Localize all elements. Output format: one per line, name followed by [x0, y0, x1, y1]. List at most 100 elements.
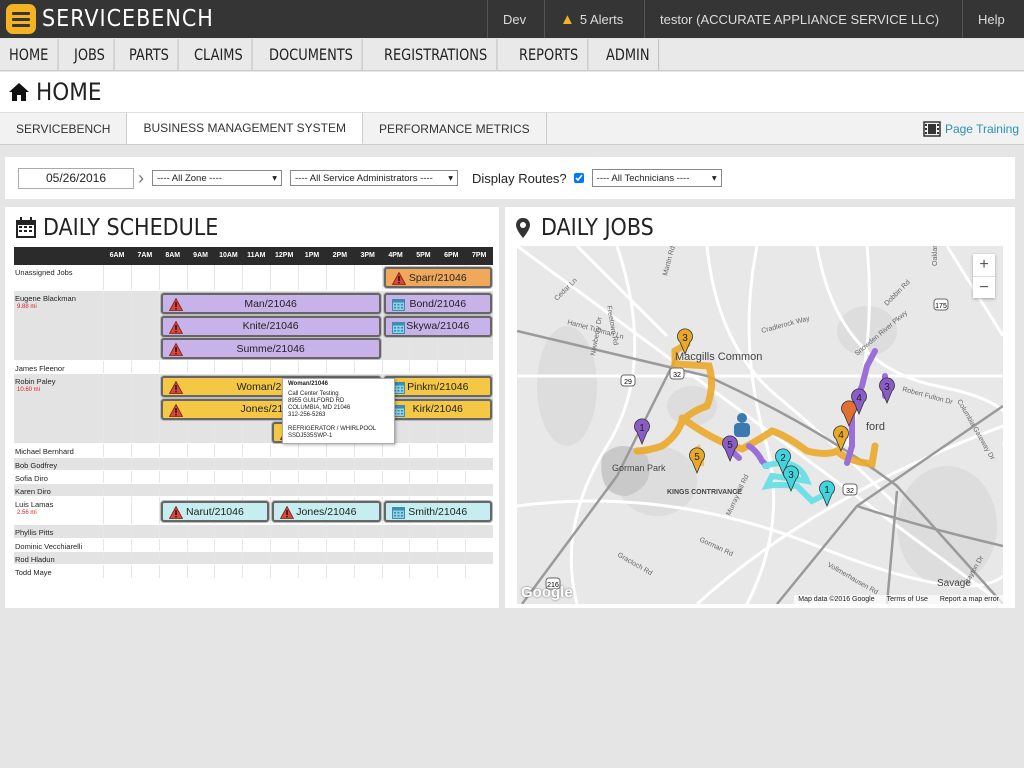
user-menu[interactable]: testor (ACCURATE APPLIANCE SERVICE LLC): [644, 0, 962, 38]
schedule-cell[interactable]: [103, 470, 131, 484]
schedule-cell[interactable]: [353, 444, 382, 457]
nav-home[interactable]: HOME: [0, 39, 59, 70]
schedule-cell[interactable]: [437, 457, 465, 470]
schedule-cell[interactable]: [214, 265, 242, 290]
schedule-cell[interactable]: [381, 457, 410, 470]
schedule-cell[interactable]: [381, 361, 410, 374]
nav-jobs[interactable]: JOBS: [65, 39, 115, 70]
schedule-cell[interactable]: [298, 470, 326, 484]
schedule-cell[interactable]: [242, 457, 270, 470]
schedule-cell[interactable]: [158, 552, 187, 565]
schedule-cell[interactable]: [381, 470, 410, 484]
nav-registrations[interactable]: REGISTRATIONS: [375, 39, 497, 70]
schedule-cell[interactable]: [353, 552, 382, 565]
schedule-cell[interactable]: [437, 552, 465, 565]
technicians-select[interactable]: ---- All Technicians ---- ▾: [591, 169, 722, 187]
schedule-cell[interactable]: [298, 265, 326, 290]
job-block[interactable]: Pinkm/21046: [383, 376, 492, 398]
schedule-cell[interactable]: [465, 361, 493, 374]
report-map-error-link[interactable]: Report a map error: [940, 596, 999, 603]
schedule-cell[interactable]: [186, 265, 215, 290]
schedule-cell[interactable]: [270, 457, 298, 470]
schedule-cell[interactable]: [381, 484, 410, 497]
schedule-cell[interactable]: [325, 565, 354, 578]
schedule-cell[interactable]: [242, 484, 270, 497]
tab-performance-metrics[interactable]: PERFORMANCE METRICS: [363, 113, 547, 144]
schedule-cell[interactable]: [130, 374, 159, 444]
schedule-cell[interactable]: [298, 525, 326, 538]
schedule-cell[interactable]: [130, 361, 159, 374]
nav-documents[interactable]: DOCUMENTS: [260, 39, 364, 70]
nav-parts[interactable]: PARTS: [120, 39, 179, 70]
schedule-cell[interactable]: [158, 484, 187, 497]
schedule-cell[interactable]: [381, 525, 410, 538]
schedule-cell[interactable]: [325, 525, 354, 538]
schedule-cell[interactable]: [130, 470, 159, 484]
schedule-cell[interactable]: [103, 565, 131, 578]
schedule-cell[interactable]: [325, 552, 354, 565]
schedule-cell[interactable]: [381, 444, 410, 457]
schedule-cell[interactable]: [103, 538, 131, 552]
schedule-cell[interactable]: [214, 565, 242, 578]
schedule-cell[interactable]: [158, 525, 187, 538]
schedule-cell[interactable]: [465, 457, 493, 470]
schedule-cell[interactable]: [437, 444, 465, 457]
terms-of-use-link[interactable]: Terms of Use: [887, 596, 928, 603]
schedule-cell[interactable]: [270, 265, 298, 290]
job-block[interactable]: Narut/21046: [160, 501, 270, 523]
job-block[interactable]: Kirk/21046: [383, 398, 492, 420]
schedule-cell[interactable]: [242, 565, 270, 578]
schedule-cell[interactable]: [298, 552, 326, 565]
map-marker[interactable]: 1: [819, 480, 835, 508]
schedule-cell[interactable]: [130, 265, 159, 290]
schedule-cell[interactable]: [242, 525, 270, 538]
schedule-cell[interactable]: [298, 565, 326, 578]
technician-icon[interactable]: [737, 413, 747, 423]
schedule-cell[interactable]: [270, 444, 298, 457]
display-routes-checkbox[interactable]: [573, 173, 584, 183]
schedule-cell[interactable]: [353, 484, 382, 497]
job-block[interactable]: Summe/21046: [160, 338, 381, 360]
schedule-cell[interactable]: [242, 361, 270, 374]
schedule-cell[interactable]: [437, 525, 465, 538]
schedule-cell[interactable]: [130, 457, 159, 470]
job-block[interactable]: Skywa/21046: [383, 315, 492, 337]
schedule-cell[interactable]: [214, 484, 242, 497]
schedule-cell[interactable]: [465, 444, 493, 457]
schedule-cell[interactable]: [325, 538, 354, 552]
schedule-cell[interactable]: [353, 470, 382, 484]
schedule-cell[interactable]: [353, 565, 382, 578]
schedule-cell[interactable]: [325, 361, 354, 374]
schedule-cell[interactable]: [130, 497, 159, 525]
schedule-cell[interactable]: [298, 444, 326, 457]
schedule-cell[interactable]: [465, 552, 493, 565]
alerts-button[interactable]: ▲ 5 Alerts: [544, 0, 644, 38]
schedule-cell[interactable]: [353, 538, 382, 552]
schedule-cell[interactable]: [103, 457, 131, 470]
schedule-cell[interactable]: [158, 457, 187, 470]
schedule-cell[interactable]: [409, 565, 437, 578]
schedule-cell[interactable]: [103, 265, 131, 290]
schedule-cell[interactable]: [409, 525, 437, 538]
schedule-cell[interactable]: [214, 525, 242, 538]
schedule-cell[interactable]: [103, 525, 131, 538]
zoom-out-button[interactable]: −: [973, 276, 995, 298]
schedule-cell[interactable]: [130, 484, 159, 497]
schedule-cell[interactable]: [130, 444, 159, 457]
schedule-cell[interactable]: [158, 444, 187, 457]
schedule-cell[interactable]: [325, 457, 354, 470]
schedule-cell[interactable]: [353, 361, 382, 374]
map-canvas[interactable]: Macgills Common Gorman Park KINGS CONTRIVA…: [517, 246, 1003, 604]
date-input[interactable]: 05/26/2016: [18, 167, 134, 189]
schedule-cell[interactable]: [130, 538, 159, 552]
map-marker[interactable]: 3: [879, 377, 895, 405]
schedule-cell[interactable]: [158, 565, 187, 578]
schedule-cell[interactable]: [465, 484, 493, 497]
schedule-cell[interactable]: [186, 444, 215, 457]
schedule-cell[interactable]: [130, 552, 159, 565]
schedule-cell[interactable]: [270, 525, 298, 538]
schedule-cell[interactable]: [381, 565, 410, 578]
job-block[interactable]: Bond/21046: [383, 293, 492, 314]
schedule-cell[interactable]: [353, 265, 382, 290]
schedule-cell[interactable]: [186, 484, 215, 497]
